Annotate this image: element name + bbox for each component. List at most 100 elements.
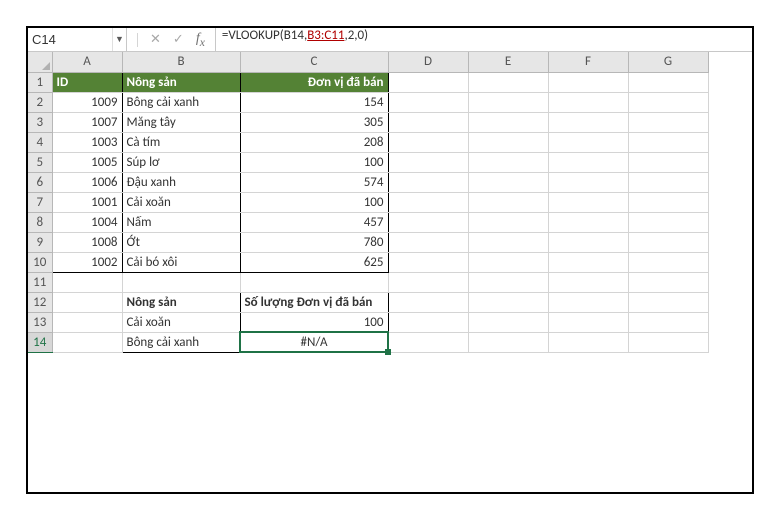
- row-header-4[interactable]: 4: [28, 132, 52, 152]
- cell-G5[interactable]: [628, 152, 708, 172]
- cell-E3[interactable]: [468, 112, 548, 132]
- cell-G10[interactable]: [628, 252, 708, 272]
- cell-A6[interactable]: 1006: [52, 172, 122, 192]
- cell-C4[interactable]: 208: [240, 132, 388, 152]
- cell-E5[interactable]: [468, 152, 548, 172]
- cell-F5[interactable]: [548, 152, 628, 172]
- cell-E1[interactable]: [468, 72, 548, 92]
- cell-C11[interactable]: [240, 272, 388, 292]
- cell-F1[interactable]: [548, 72, 628, 92]
- cell-F3[interactable]: [548, 112, 628, 132]
- row-header-9[interactable]: 9: [28, 232, 52, 252]
- fx-icon[interactable]: fx: [196, 31, 205, 49]
- cell-F12[interactable]: [548, 292, 628, 312]
- row-header-12[interactable]: 12: [28, 292, 52, 312]
- cell-F14[interactable]: [548, 332, 628, 352]
- cell-E6[interactable]: [468, 172, 548, 192]
- column-header-B[interactable]: B: [122, 52, 240, 72]
- name-box-dropdown[interactable]: ▼: [112, 28, 126, 51]
- cell-D8[interactable]: [388, 212, 468, 232]
- cell-A2[interactable]: 1009: [52, 92, 122, 112]
- cell-E4[interactable]: [468, 132, 548, 152]
- name-box[interactable]: [28, 28, 112, 51]
- cell-A9[interactable]: 1008: [52, 232, 122, 252]
- cell-F13[interactable]: [548, 312, 628, 332]
- column-header-G[interactable]: G: [628, 52, 708, 72]
- cell-D10[interactable]: [388, 252, 468, 272]
- cell-E8[interactable]: [468, 212, 548, 232]
- cell-B7[interactable]: Cải xoăn: [122, 192, 240, 212]
- column-header-F[interactable]: F: [548, 52, 628, 72]
- cell-C6[interactable]: 574: [240, 172, 388, 192]
- cell-G1[interactable]: [628, 72, 708, 92]
- cell-D13[interactable]: [388, 312, 468, 332]
- cell-D2[interactable]: [388, 92, 468, 112]
- row-header-10[interactable]: 10: [28, 252, 52, 272]
- cell-E10[interactable]: [468, 252, 548, 272]
- cell-E7[interactable]: [468, 192, 548, 212]
- cell-G4[interactable]: [628, 132, 708, 152]
- cell-A7[interactable]: 1001: [52, 192, 122, 212]
- cell-A3[interactable]: 1007: [52, 112, 122, 132]
- cell-A1[interactable]: ID: [52, 72, 122, 92]
- grid[interactable]: ABCDEFG1IDNông sảnĐơn vị đã bán21009Bông…: [28, 52, 752, 353]
- formula-input[interactable]: =VLOOKUP(B14,B3:C11,2,0): [216, 28, 752, 51]
- cell-A5[interactable]: 1005: [52, 152, 122, 172]
- cell-A10[interactable]: 1002: [52, 252, 122, 272]
- cell-D3[interactable]: [388, 112, 468, 132]
- row-header-6[interactable]: 6: [28, 172, 52, 192]
- cell-G7[interactable]: [628, 192, 708, 212]
- cell-D11[interactable]: [388, 272, 468, 292]
- cell-G3[interactable]: [628, 112, 708, 132]
- row-header-13[interactable]: 13: [28, 312, 52, 332]
- cell-G12[interactable]: [628, 292, 708, 312]
- cell-C13[interactable]: 100: [240, 312, 388, 332]
- cell-B1[interactable]: Nông sản: [122, 72, 240, 92]
- cell-G14[interactable]: [628, 332, 708, 352]
- cell-C14[interactable]: #N/A: [240, 332, 388, 352]
- row-header-2[interactable]: 2: [28, 92, 52, 112]
- cell-C9[interactable]: 780: [240, 232, 388, 252]
- cell-G9[interactable]: [628, 232, 708, 252]
- cell-F10[interactable]: [548, 252, 628, 272]
- row-header-5[interactable]: 5: [28, 152, 52, 172]
- cell-C8[interactable]: 457: [240, 212, 388, 232]
- column-header-C[interactable]: C: [240, 52, 388, 72]
- row-header-1[interactable]: 1: [28, 72, 52, 92]
- column-header-A[interactable]: A: [52, 52, 122, 72]
- cell-F11[interactable]: [548, 272, 628, 292]
- cell-B10[interactable]: Cải bó xôi: [122, 252, 240, 272]
- select-all-button[interactable]: [28, 52, 52, 72]
- cell-A4[interactable]: 1003: [52, 132, 122, 152]
- cell-D9[interactable]: [388, 232, 468, 252]
- cell-B5[interactable]: Súp lơ: [122, 152, 240, 172]
- confirm-icon[interactable]: [173, 32, 184, 47]
- cell-A13[interactable]: [52, 312, 122, 332]
- cell-B11[interactable]: [122, 272, 240, 292]
- cell-E9[interactable]: [468, 232, 548, 252]
- cell-G11[interactable]: [628, 272, 708, 292]
- cell-F7[interactable]: [548, 192, 628, 212]
- cell-A8[interactable]: 1004: [52, 212, 122, 232]
- cell-C1[interactable]: Đơn vị đã bán: [240, 72, 388, 92]
- cell-F4[interactable]: [548, 132, 628, 152]
- cell-A11[interactable]: [52, 272, 122, 292]
- cell-C12[interactable]: Số lượng Đơn vị đã bán: [240, 292, 388, 312]
- cell-D6[interactable]: [388, 172, 468, 192]
- cell-G8[interactable]: [628, 212, 708, 232]
- row-header-14[interactable]: 14: [28, 332, 52, 352]
- cell-B9[interactable]: Ớt: [122, 232, 240, 252]
- cell-D7[interactable]: [388, 192, 468, 212]
- cell-E14[interactable]: [468, 332, 548, 352]
- cell-B6[interactable]: Đậu xanh: [122, 172, 240, 192]
- cell-B14[interactable]: Bông cải xanh: [122, 332, 240, 352]
- cell-B3[interactable]: Măng tây: [122, 112, 240, 132]
- cell-A12[interactable]: [52, 292, 122, 312]
- cell-G6[interactable]: [628, 172, 708, 192]
- cell-C2[interactable]: 154: [240, 92, 388, 112]
- cell-D1[interactable]: [388, 72, 468, 92]
- cell-B8[interactable]: Nấm: [122, 212, 240, 232]
- column-header-D[interactable]: D: [388, 52, 468, 72]
- row-header-11[interactable]: 11: [28, 272, 52, 292]
- cell-C10[interactable]: 625: [240, 252, 388, 272]
